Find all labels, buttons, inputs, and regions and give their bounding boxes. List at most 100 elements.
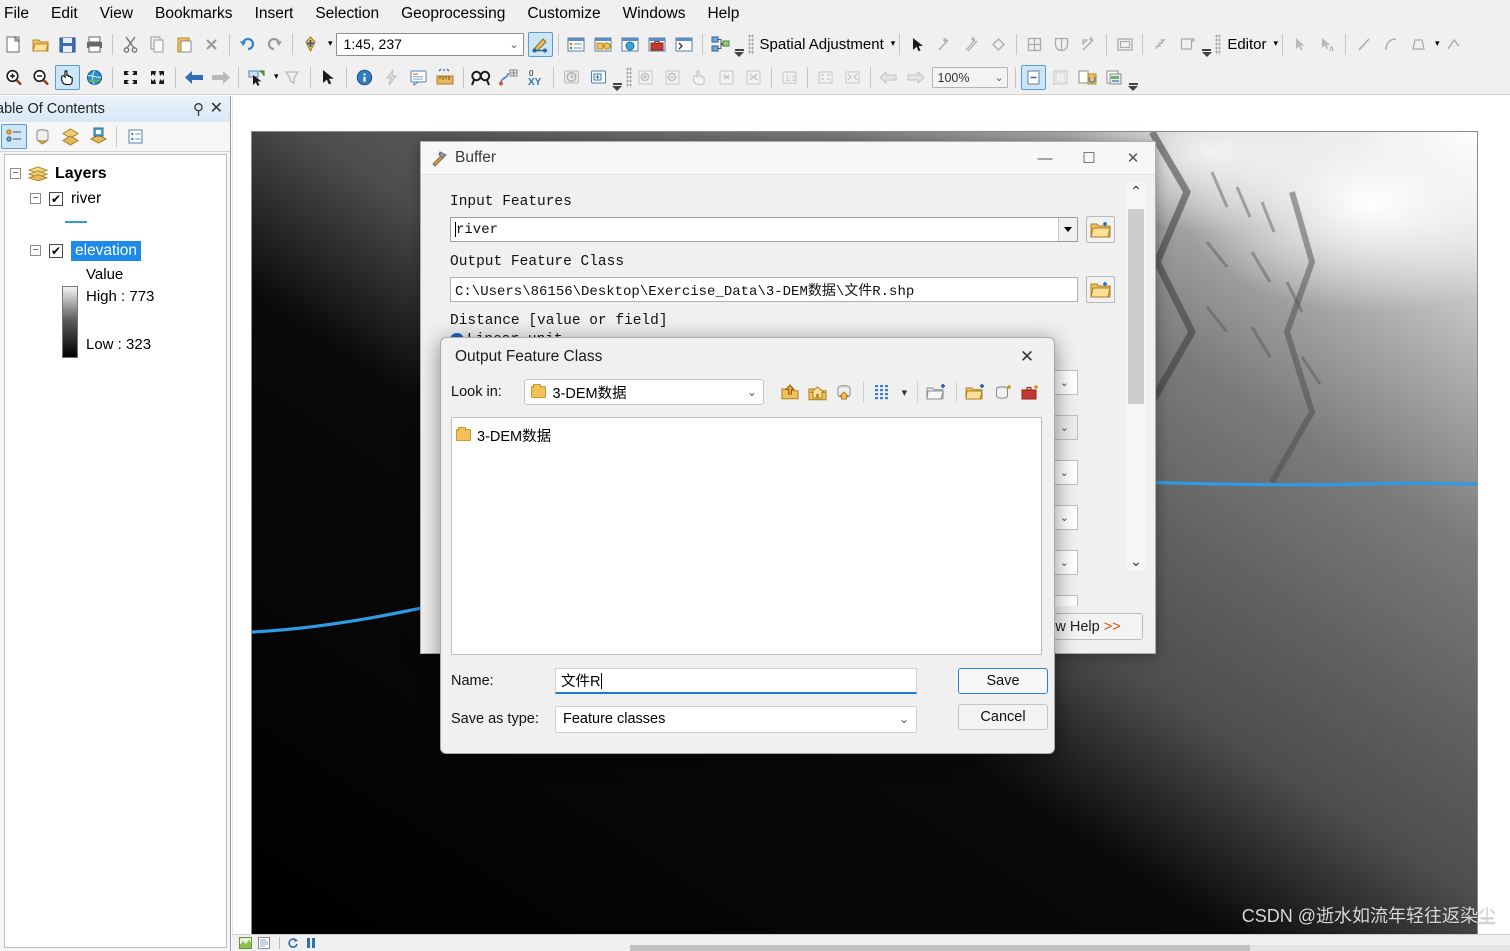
minimize-button[interactable]: — bbox=[1023, 142, 1067, 175]
find-icon[interactable] bbox=[469, 65, 494, 90]
delete-icon[interactable] bbox=[199, 32, 224, 57]
fixed-zoom-out-icon[interactable] bbox=[145, 65, 170, 90]
layer-name-elevation[interactable]: elevation bbox=[71, 240, 142, 261]
toolbar-overflow-icon[interactable] bbox=[1201, 31, 1212, 57]
toc-layer-elevation[interactable]: − ✔ elevation bbox=[5, 238, 226, 263]
scroll-up-icon[interactable]: ⌃ bbox=[1130, 183, 1142, 201]
change-layout-icon[interactable] bbox=[1075, 65, 1100, 90]
undo-icon[interactable] bbox=[235, 32, 260, 57]
edit-tool-icon[interactable] bbox=[1288, 32, 1313, 57]
scroll-down-icon[interactable]: ⌄ bbox=[1130, 553, 1142, 571]
collapse-icon[interactable]: − bbox=[30, 245, 41, 256]
chevron-down-icon[interactable] bbox=[1058, 218, 1077, 241]
fixed-zoom-in-icon[interactable] bbox=[118, 65, 143, 90]
pan-icon[interactable] bbox=[55, 65, 80, 90]
buffer-dialog-titlebar[interactable]: Buffer — ☐ ✕ bbox=[421, 142, 1155, 175]
zoom-to-percent-icon[interactable] bbox=[813, 65, 838, 90]
trace-icon[interactable] bbox=[1405, 32, 1430, 57]
select-features-icon[interactable] bbox=[244, 65, 269, 90]
open-icon[interactable] bbox=[28, 32, 53, 57]
file-browser-list[interactable]: 3-DEM数据 bbox=[451, 417, 1042, 655]
link-table-icon[interactable] bbox=[1148, 32, 1173, 57]
editor-dropdown-icon[interactable]: ▾ bbox=[1274, 38, 1279, 49]
toolbox-icon[interactable] bbox=[645, 32, 670, 57]
search-icon[interactable] bbox=[618, 32, 643, 57]
zoom-in-icon[interactable] bbox=[1, 65, 26, 90]
close-icon[interactable]: ✕ bbox=[1014, 344, 1040, 370]
menu-item-windows[interactable]: Windows bbox=[612, 3, 697, 25]
cancel-button[interactable]: Cancel bbox=[958, 704, 1048, 730]
refresh-icon[interactable] bbox=[285, 936, 300, 950]
map-scale-combo[interactable]: 1:45, 237 ⌄ bbox=[335, 32, 524, 56]
pin-icon[interactable]: ⚲ bbox=[193, 100, 204, 118]
chevron-down-icon[interactable]: ⌄ bbox=[509, 38, 518, 51]
edit-annotation-tool-icon[interactable]: A bbox=[1315, 32, 1340, 57]
straight-segment-icon[interactable] bbox=[1351, 32, 1376, 57]
toc-root-row[interactable]: − Layers bbox=[5, 161, 226, 186]
new-displacement-link-icon[interactable] bbox=[932, 32, 957, 57]
cut-icon[interactable] bbox=[118, 32, 143, 57]
go-back-icon[interactable] bbox=[181, 65, 206, 90]
toc-layer-river[interactable]: − ✔ river bbox=[5, 186, 226, 211]
save-dialog-titlebar[interactable]: Output Feature Class ✕ bbox=[441, 338, 1054, 376]
maximize-button[interactable]: ☐ bbox=[1067, 142, 1111, 175]
new-connection-icon[interactable] bbox=[923, 379, 950, 405]
pan-layout-icon[interactable] bbox=[687, 65, 712, 90]
html-popup-icon[interactable] bbox=[406, 65, 431, 90]
zoom-out-icon[interactable] bbox=[28, 65, 53, 90]
menu-item-geoprocessing[interactable]: Geoprocessing bbox=[390, 3, 516, 25]
toolbar-overflow-icon[interactable] bbox=[1128, 65, 1139, 91]
connect-folder-icon[interactable] bbox=[831, 379, 858, 405]
select-features-dropdown-icon[interactable]: ▾ bbox=[274, 71, 279, 82]
time-slider-icon[interactable] bbox=[559, 65, 584, 90]
new-folder-icon[interactable] bbox=[962, 379, 989, 405]
new-geodatabase-icon[interactable] bbox=[989, 379, 1016, 405]
go-forward-layout-icon[interactable] bbox=[903, 65, 928, 90]
select-elements-icon[interactable] bbox=[905, 32, 930, 57]
close-icon[interactable]: ✕ bbox=[210, 98, 223, 118]
model-builder-icon[interactable] bbox=[708, 32, 733, 57]
print-icon[interactable] bbox=[82, 32, 107, 57]
menu-item-view[interactable]: View bbox=[89, 3, 144, 25]
find-route-icon[interactable] bbox=[496, 65, 521, 90]
layer-name-river[interactable]: river bbox=[71, 190, 101, 208]
table-of-contents-icon[interactable] bbox=[564, 32, 589, 57]
go-to-xy-icon[interactable]: 0 XY bbox=[523, 65, 548, 90]
options-icon[interactable] bbox=[122, 124, 148, 149]
menu-item-edit[interactable]: Edit bbox=[40, 3, 89, 25]
focus-data-frame-icon[interactable] bbox=[1048, 65, 1073, 90]
list-item[interactable]: 3-DEM数据 bbox=[456, 424, 1041, 446]
identify-icon[interactable] bbox=[352, 65, 377, 90]
select-elements-icon[interactable] bbox=[316, 65, 341, 90]
list-by-selection-icon[interactable] bbox=[85, 124, 111, 149]
layout-view-icon[interactable] bbox=[256, 936, 271, 950]
hyperlink-icon[interactable] bbox=[379, 65, 404, 90]
rubbersheet-icon[interactable] bbox=[1049, 32, 1074, 57]
full-extent-icon[interactable] bbox=[82, 65, 107, 90]
line-symbol-blue[interactable] bbox=[65, 221, 87, 223]
zoom-to-extent-icon[interactable] bbox=[840, 65, 865, 90]
transform-icon[interactable] bbox=[1076, 32, 1101, 57]
list-by-visibility-icon[interactable] bbox=[57, 124, 83, 149]
browse-folder-icon[interactable] bbox=[1086, 276, 1115, 303]
go-forward-icon[interactable] bbox=[208, 65, 233, 90]
measure-icon[interactable] bbox=[433, 65, 458, 90]
chevron-down-icon[interactable]: ⌄ bbox=[899, 712, 909, 726]
editor-toolbar-icon[interactable] bbox=[527, 31, 553, 57]
toggle-draft-mode-icon[interactable] bbox=[1020, 65, 1046, 90]
zoom-in-layout-icon[interactable] bbox=[633, 65, 658, 90]
trace-dropdown-icon[interactable]: ▾ bbox=[1435, 38, 1440, 49]
close-button[interactable]: ✕ bbox=[1111, 142, 1155, 175]
go-back-layout-icon[interactable] bbox=[876, 65, 901, 90]
redo-icon[interactable] bbox=[262, 32, 287, 57]
toolbar-grip[interactable] bbox=[625, 67, 632, 88]
scrollbar-thumb[interactable] bbox=[1128, 209, 1144, 404]
new-toolbox-icon[interactable] bbox=[1017, 379, 1044, 405]
collapse-icon[interactable]: − bbox=[30, 193, 41, 204]
clear-selection-icon[interactable] bbox=[280, 65, 305, 90]
copy-icon[interactable] bbox=[145, 32, 170, 57]
new-identity-link-icon[interactable] bbox=[986, 32, 1011, 57]
chevron-down-icon[interactable]: ⌄ bbox=[994, 71, 1003, 84]
menu-item-customize[interactable]: Customize bbox=[516, 3, 611, 25]
save-as-type-combo[interactable]: Feature classes ⌄ bbox=[555, 705, 917, 733]
